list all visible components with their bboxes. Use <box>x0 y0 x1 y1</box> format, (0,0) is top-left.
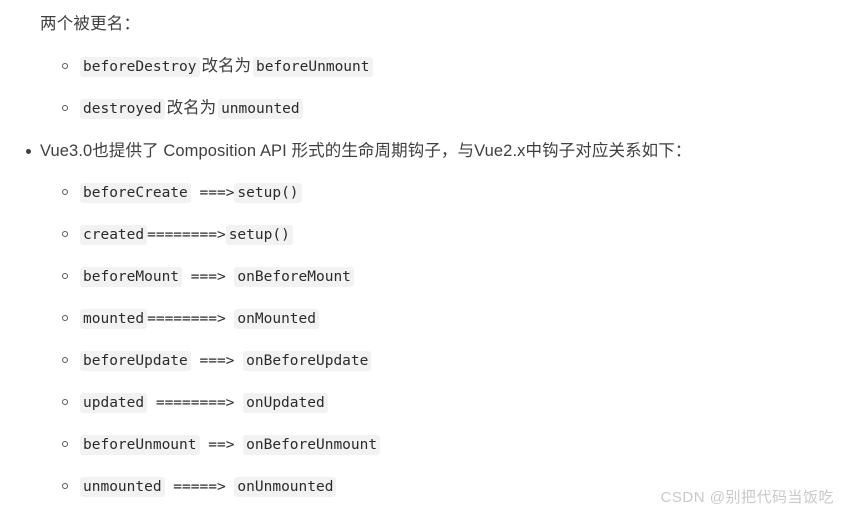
bullet-circle-icon <box>62 357 68 363</box>
list-item: beforeCreate ===> setup() <box>0 180 852 222</box>
code-composition-hook: onBeforeUnmount <box>243 435 381 455</box>
bullet-circle-icon <box>62 315 68 321</box>
code-composition-hook: onBeforeUpdate <box>243 351 372 371</box>
composition-api-bullet-text: Vue3.0也提供了 Composition API 形式的生命周期钩子，与Vu… <box>40 142 692 160</box>
lifecycle-mapping-list: beforeCreate ===> setup() created ========… <box>0 180 852 516</box>
code-options-hook: mounted <box>80 309 148 329</box>
code-options-hook: beforeUpdate <box>80 351 191 371</box>
document-body: 两个被更名： beforeDestroy 改名为 beforeUnmount des… <box>0 0 852 515</box>
arrow-text: ===> <box>190 185 235 201</box>
code-options-hook: beforeMount <box>80 267 183 287</box>
code-options-hook: beforeUnmount <box>80 435 200 455</box>
code-composition-hook: onUnmounted <box>234 477 337 497</box>
list-item: updated ========> onUpdated <box>0 390 852 432</box>
code-old-hook: destroyed <box>80 99 165 119</box>
code-composition-hook: onUpdated <box>243 393 328 413</box>
bullet-circle-icon <box>62 189 68 195</box>
code-composition-hook: setup() <box>234 183 302 203</box>
rename-label: 改名为 <box>166 99 217 117</box>
arrow-text: ===> <box>190 353 244 369</box>
arrow-text: ===> <box>182 269 235 285</box>
list-item: destroyed 改名为 unmounted <box>0 96 852 138</box>
list-item: beforeMount ===> onBeforeMount <box>0 264 852 306</box>
code-options-hook: created <box>80 225 148 245</box>
code-composition-hook: onBeforeMount <box>234 267 354 287</box>
code-composition-hook: onMounted <box>234 309 319 329</box>
code-options-hook: unmounted <box>80 477 165 497</box>
code-options-hook: beforeCreate <box>80 183 191 203</box>
intro-text: 两个被更名： <box>40 15 141 33</box>
code-new-hook: beforeUnmount <box>253 57 373 77</box>
list-item: beforeUpdate ===> onBeforeUpdate <box>0 348 852 390</box>
code-new-hook: unmounted <box>218 99 303 119</box>
list-item: beforeUnmount ==> onBeforeUnmount <box>0 432 852 474</box>
bullet-circle-icon <box>62 483 68 489</box>
arrow-text: =====> <box>164 479 235 495</box>
arrow-text: ========> <box>147 311 235 327</box>
bullet-circle-icon <box>62 273 68 279</box>
rename-label: 改名为 <box>201 57 252 75</box>
bullet-disc-icon <box>26 149 31 154</box>
renamed-hooks-list: beforeDestroy 改名为 beforeUnmount destroyed 改… <box>0 54 852 138</box>
arrow-text: ========> <box>147 395 244 411</box>
bullet-circle-icon <box>62 399 68 405</box>
arrow-text: ========> <box>147 227 226 243</box>
csdn-watermark: CSDN @别把代码当饭吃 <box>660 489 834 506</box>
composition-api-bullet: Vue3.0也提供了 Composition API 形式的生命周期钩子，与Vu… <box>0 138 852 172</box>
code-old-hook: beforeDestroy <box>80 57 200 77</box>
list-item: beforeDestroy 改名为 beforeUnmount <box>0 54 852 96</box>
bullet-circle-icon <box>62 231 68 237</box>
code-composition-hook: setup() <box>225 225 293 245</box>
bullet-circle-icon <box>62 441 68 447</box>
bullet-circle-icon <box>62 63 68 69</box>
bullet-circle-icon <box>62 105 68 111</box>
code-options-hook: updated <box>80 393 148 413</box>
list-item: created ========> setup() <box>0 222 852 264</box>
arrow-text: ==> <box>199 437 244 453</box>
list-item: mounted ========> onMounted <box>0 306 852 348</box>
